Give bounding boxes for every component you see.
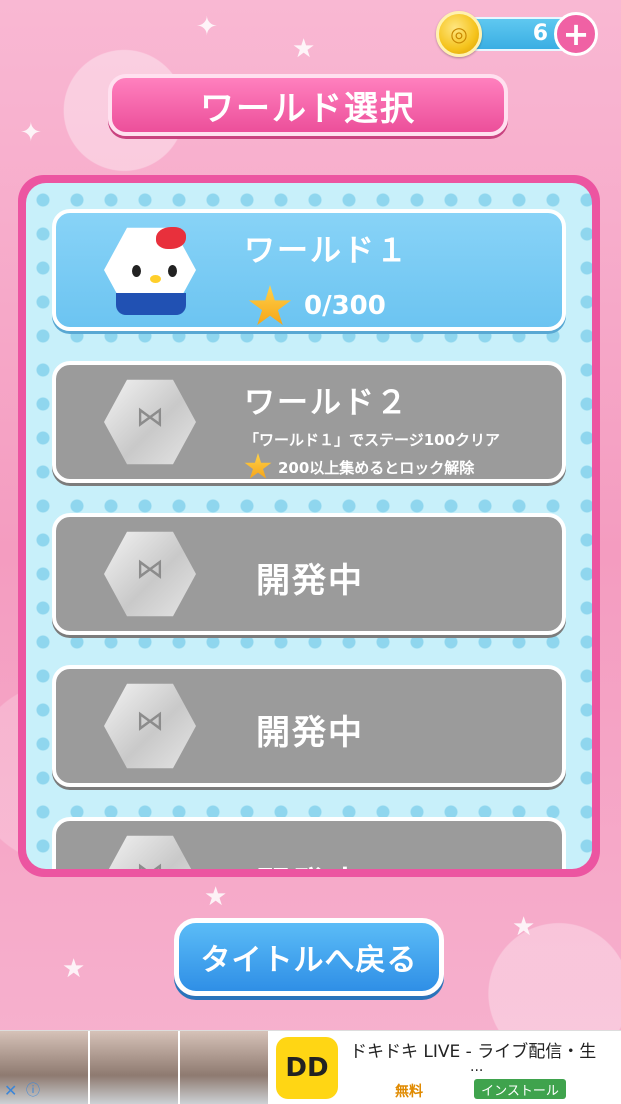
world-list-panel: ワールド１ 0/300 ⋈ ワールド２ 「ワールド１」でステージ100クリア 2… <box>18 175 600 877</box>
sparkle-icon: ★ <box>512 912 536 942</box>
in-development-label: 開発中 <box>256 857 364 869</box>
star-progress: 0/300 <box>304 291 386 321</box>
eye-icon <box>132 265 141 277</box>
ad-info-icon[interactable]: ⓘ <box>26 1080 40 1100</box>
unlock-requirement: 200以上集めるとロック解除 <box>278 459 475 477</box>
world-card-dev: ⋈ 開発中 <box>52 665 566 787</box>
coin-count: 6 <box>532 21 548 46</box>
sparkle-icon: ✦ <box>20 118 42 148</box>
hello-kitty-face <box>108 227 192 315</box>
bow-icon: ⋈ <box>136 400 164 433</box>
ad-ellipsis: ... <box>470 1059 484 1075</box>
ad-close-icon[interactable]: ✕ <box>4 1081 17 1100</box>
coin-balance: ◎ 6 + <box>436 11 598 57</box>
bow-icon: ⋈ <box>136 552 164 585</box>
in-development-label: 開発中 <box>256 713 364 753</box>
add-coins-button[interactable]: + <box>554 12 598 56</box>
bow-icon: ⋈ <box>132 859 168 870</box>
world-card-2[interactable]: ⋈ ワールド２ 「ワールド１」でステージ100クリア 200以上集めるとロック解… <box>52 361 566 483</box>
bow-icon <box>156 227 186 249</box>
ad-banner[interactable]: ✕ ⓘ DD ドキドキ LIVE - ライブ配信・生 ... 無料 インストール <box>0 1030 621 1104</box>
ad-app-logo[interactable]: DD <box>276 1037 338 1099</box>
back-to-title-button[interactable]: タイトルへ戻る <box>174 918 444 996</box>
sparkle-icon: ✦ <box>196 12 218 42</box>
coin-icon: ◎ <box>436 11 482 57</box>
sparkle-icon: ★ <box>292 34 316 64</box>
ad-photo <box>90 1031 180 1104</box>
world-list-scroll[interactable]: ワールド１ 0/300 ⋈ ワールド２ 「ワールド１」でステージ100クリア 2… <box>26 183 592 869</box>
eye-icon <box>168 265 177 277</box>
page-title: ワールド選択 <box>108 74 508 136</box>
unlock-requirement: 「ワールド１」でステージ100クリア <box>244 431 501 449</box>
star-icon <box>248 285 292 326</box>
world-card-dev: ⋈ 開発中 <box>52 513 566 635</box>
ad-photo <box>180 1031 270 1104</box>
world-title: ワールド２ <box>244 385 409 421</box>
world-title: ワールド１ <box>244 233 409 269</box>
ad-price-label: 無料 <box>395 1084 423 1100</box>
nose-icon <box>150 275 161 283</box>
star-icon <box>244 453 272 479</box>
ad-install-button[interactable]: インストール <box>474 1079 566 1099</box>
bow-icon: ⋈ <box>136 704 164 737</box>
world-card-dev: ⋈ 開発中 <box>52 817 566 869</box>
world-card-1[interactable]: ワールド１ 0/300 <box>52 209 566 331</box>
sparkle-icon: ★ <box>204 882 228 912</box>
sparkle-icon: ★ <box>62 954 86 984</box>
in-development-label: 開発中 <box>256 561 364 601</box>
overalls-icon <box>116 293 186 315</box>
ad-image[interactable] <box>0 1031 270 1104</box>
